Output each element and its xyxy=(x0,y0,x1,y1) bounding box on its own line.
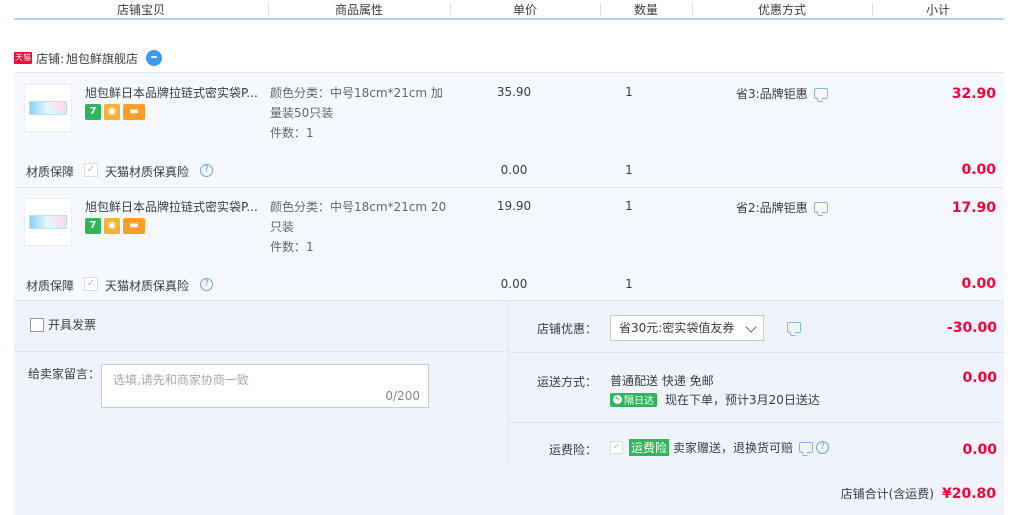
message-icon[interactable] xyxy=(813,88,828,99)
checkbox-icon[interactable]: ✓ xyxy=(84,277,98,291)
column-header: 店铺宝贝 商品属性 单价 数量 优惠方式 小计 xyxy=(14,0,1004,20)
col-item: 店铺宝贝 xyxy=(116,3,165,17)
order-items: 旭包鲜日本品牌拉链式密实袋P... 7 ◉ ▬ 颜色分类：中号18cm*21cm… xyxy=(14,72,1004,300)
message-icon[interactable] xyxy=(799,442,814,453)
service-badges: 7 ◉ ▬ xyxy=(85,218,145,234)
checkbox-icon[interactable] xyxy=(30,317,44,332)
shop-name[interactable]: 旭包鲜旗舰店 xyxy=(66,50,138,67)
bolt-icon: ϟ xyxy=(613,395,622,404)
shop-line: 天猫 店铺: 旭包鲜旗舰店 xyxy=(14,48,163,68)
chevron-down-icon xyxy=(745,321,757,333)
return-insurance-row: 运费险： ✓ 运费险 卖家赠送，退换货可赔 ? 0.00 xyxy=(548,439,997,458)
item-subtotal: 17.90 xyxy=(951,200,996,216)
discount-amount: -30.00 xyxy=(946,320,997,336)
product-title[interactable]: 旭包鲜日本品牌拉链式密实袋P... xyxy=(85,84,263,101)
quantity: 1 xyxy=(625,199,633,213)
unit-price: 35.90 xyxy=(496,85,532,99)
col-price: 单价 xyxy=(512,3,537,17)
checkbox-icon[interactable]: ✓ xyxy=(610,441,623,454)
quantity: 1 xyxy=(625,85,633,99)
col-qty: 数量 xyxy=(633,3,658,17)
insurance-row: 材质保障 ✓ 天猫材质保真险 ? 0.00 1 0.00 xyxy=(26,162,996,179)
wangwang-icon[interactable] xyxy=(146,50,163,66)
fee-panel: 店铺优惠： 省30元:密实袋值友券 -30.00 运送方式： 普通配送 快递 免… xyxy=(508,301,1005,467)
product-attrs: 颜色分类：中号18cm*21cm 20 只装 件数：1 xyxy=(270,200,447,254)
unit-price: 19.90 xyxy=(496,199,532,213)
col-attr: 商品属性 xyxy=(334,3,383,17)
invoice-option[interactable]: 开具发票 xyxy=(30,316,96,333)
product-attrs: 颜色分类：中号18cm*21cm 加 量装50只装 件数：1 xyxy=(270,86,443,140)
shop-discount-row: 店铺优惠： 省30元:密实袋值友券 -30.00 xyxy=(509,301,1005,353)
message-icon[interactable] xyxy=(813,202,828,213)
shop-total: 店铺合计(含运费) ¥20.80 xyxy=(840,486,996,502)
card-payment-icon: ▬ xyxy=(123,104,145,120)
shipping-amount: 0.00 xyxy=(962,370,997,386)
item-row: 旭包鲜日本品牌拉链式密实袋P... 7 ◉ ▬ 颜色分类：中号18cm*21cm… xyxy=(14,187,1004,265)
delivery-eta: ϟ 隔日达 现在下单，预计3月20日送达 xyxy=(610,391,820,408)
return-insurance-tag: 运费险 xyxy=(629,439,670,456)
checkbox-icon[interactable]: ✓ xyxy=(84,163,98,177)
service-badges: 7 ◉ ▬ xyxy=(85,104,145,120)
col-subtotal: 小计 xyxy=(925,3,950,17)
message-input[interactable]: 选填,请先和商家协商一致 0/200 xyxy=(101,364,429,408)
seven-day-return-icon: 7 xyxy=(85,218,101,234)
coupon-select[interactable]: 省30元:密实袋值友券 xyxy=(610,315,764,341)
item-subtotal: 32.90 xyxy=(951,86,996,102)
shipping-method: 普通配送 快递 免邮 xyxy=(610,374,714,388)
next-day-badge: ϟ 隔日达 xyxy=(610,392,657,407)
return-insurance: ✓ 运费险 卖家赠送，退换货可赔 ? xyxy=(610,439,830,456)
question-icon[interactable]: ? xyxy=(200,278,213,291)
total-amount: ¥20.80 xyxy=(941,486,996,502)
credit-card-icon: ◉ xyxy=(104,104,120,120)
question-icon[interactable]: ? xyxy=(816,441,830,454)
col-promo: 优惠方式 xyxy=(757,3,806,17)
message-icon[interactable] xyxy=(787,322,801,333)
question-icon[interactable]: ? xyxy=(200,164,213,177)
shop-label: 店铺: xyxy=(36,51,65,66)
card-payment-icon: ▬ xyxy=(123,218,145,234)
tmall-icon: 天猫 xyxy=(14,52,32,64)
promo: 省3:品牌钜惠 xyxy=(736,85,828,102)
product-image[interactable] xyxy=(24,198,72,246)
product-image[interactable] xyxy=(24,84,72,132)
char-count: 0/200 xyxy=(385,389,420,403)
credit-card-icon: ◉ xyxy=(104,218,120,234)
shipping-row: 运送方式： 普通配送 快递 免邮 ϟ 隔日达 现在下单，预计3月20日送达 0.0… xyxy=(509,353,1005,423)
message-label: 给卖家留言： xyxy=(28,367,101,381)
product-title[interactable]: 旭包鲜日本品牌拉链式密实袋P... xyxy=(85,198,263,215)
item-row: 旭包鲜日本品牌拉链式密实袋P... 7 ◉ ▬ 颜色分类：中号18cm*21cm… xyxy=(14,73,1004,151)
seven-day-return-icon: 7 xyxy=(85,104,101,120)
insurance-row: 材质保障 ✓ 天猫材质保真险 ? 0.00 1 0.00 xyxy=(26,276,996,293)
order-summary: 开具发票 给卖家留言： 选填,请先和商家协商一致 0/200 店铺优惠： 省30… xyxy=(14,300,1005,515)
insurance-amount: 0.00 xyxy=(962,442,997,458)
promo: 省2:品牌钜惠 xyxy=(736,199,828,216)
